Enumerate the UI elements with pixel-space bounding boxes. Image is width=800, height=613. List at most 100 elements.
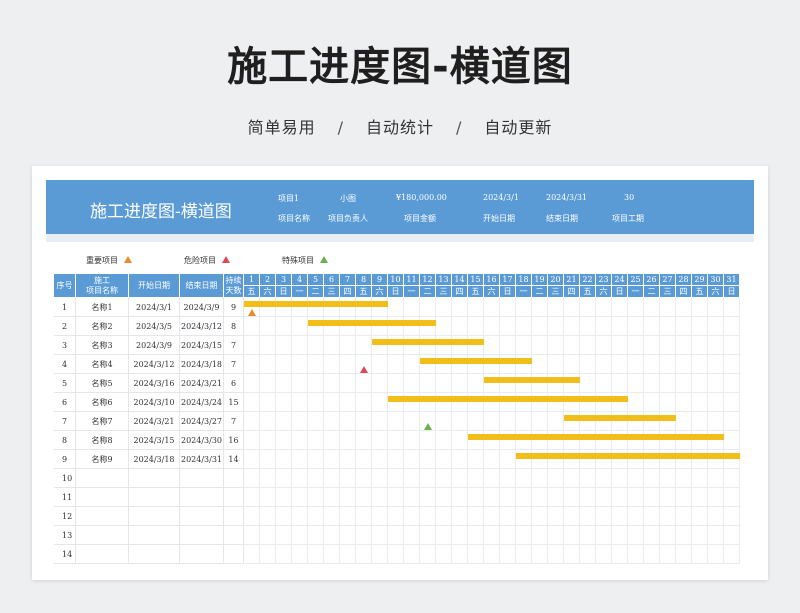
end-date-cell[interactable] — [180, 545, 224, 564]
weekday-header: 日 — [388, 286, 404, 298]
row-index: 10 — [54, 469, 76, 488]
project-amount-value[interactable]: ¥180,000.00 — [396, 193, 447, 202]
task-name-cell[interactable]: 名称4 — [76, 355, 129, 374]
day-number-header: 14 — [452, 274, 468, 286]
weekday-header: 五 — [692, 286, 708, 298]
duration-value[interactable]: 30 — [624, 193, 634, 202]
end-date-cell[interactable] — [180, 507, 224, 526]
duration-cell[interactable]: 7 — [224, 412, 244, 431]
legend-important: 重要项目 — [86, 255, 132, 266]
duration-cell[interactable] — [224, 488, 244, 507]
task-name-cell[interactable]: 名称6 — [76, 393, 129, 412]
start-date-cell[interactable]: 2024/3/10 — [129, 393, 180, 412]
end-date-cell[interactable]: 2024/3/15 — [180, 336, 224, 355]
triangle-orange-icon — [124, 256, 132, 263]
task-name-cell[interactable]: 名称1 — [76, 298, 129, 317]
task-name-cell[interactable] — [76, 488, 129, 507]
start-date-cell[interactable] — [129, 526, 180, 545]
start-date-cell[interactable]: 2024/3/16 — [129, 374, 180, 393]
duration-cell[interactable]: 14 — [224, 450, 244, 469]
start-date-cell[interactable]: 2024/3/15 — [129, 431, 180, 450]
project-manager-value[interactable]: 小图 — [340, 193, 356, 204]
row-gridline — [244, 354, 740, 355]
task-name-cell[interactable] — [76, 526, 129, 545]
task-name-cell[interactable] — [76, 545, 129, 564]
duration-cell[interactable]: 7 — [224, 355, 244, 374]
duration-cell[interactable] — [224, 507, 244, 526]
project-banner: 施工进度图-横道图 项目1 小图 ¥180,000.00 2024/3/1 20… — [46, 180, 754, 234]
end-date-cell[interactable]: 2024/3/30 — [180, 431, 224, 450]
row-index: 2 — [54, 317, 76, 336]
start-date-cell[interactable] — [129, 488, 180, 507]
weekday-header: 三 — [548, 286, 564, 298]
task-name-cell[interactable]: 名称5 — [76, 374, 129, 393]
end-date-cell[interactable] — [180, 526, 224, 545]
legend-danger: 危险项目 — [184, 255, 230, 266]
triangle-green-icon — [320, 256, 328, 263]
row-index: 3 — [54, 336, 76, 355]
end-date-cell[interactable] — [180, 488, 224, 507]
gantt-bar — [468, 434, 724, 440]
day-number-header: 7 — [340, 274, 356, 286]
start-date-value[interactable]: 2024/3/1 — [483, 193, 519, 202]
start-date-cell[interactable] — [129, 507, 180, 526]
day-number-header: 11 — [404, 274, 420, 286]
start-date-cell[interactable]: 2024/3/9 — [129, 336, 180, 355]
project-name-value[interactable]: 项目1 — [278, 193, 299, 204]
marker-triangle-icon — [424, 423, 432, 430]
header-name-line1: 施工 — [94, 275, 110, 285]
row-gridline — [244, 392, 740, 393]
task-name-cell[interactable] — [76, 469, 129, 488]
task-name-cell[interactable]: 名称7 — [76, 412, 129, 431]
start-date-cell[interactable]: 2024/3/5 — [129, 317, 180, 336]
day-number-header: 15 — [468, 274, 484, 286]
day-number-header: 2 — [260, 274, 276, 286]
end-date-cell[interactable]: 2024/3/24 — [180, 393, 224, 412]
row-gridline — [244, 468, 740, 469]
separator-1: / — [337, 118, 344, 137]
day-number-header: 17 — [500, 274, 516, 286]
weekday-header: 二 — [308, 286, 324, 298]
start-date-cell[interactable] — [129, 545, 180, 564]
end-date-cell[interactable]: 2024/3/27 — [180, 412, 224, 431]
duration-cell[interactable] — [224, 526, 244, 545]
duration-cell[interactable]: 6 — [224, 374, 244, 393]
end-date-value[interactable]: 2024/3/31 — [546, 193, 587, 202]
start-date-cell[interactable]: 2024/3/1 — [129, 298, 180, 317]
duration-cell[interactable]: 15 — [224, 393, 244, 412]
duration-cell[interactable]: 8 — [224, 317, 244, 336]
task-name-cell[interactable]: 名称2 — [76, 317, 129, 336]
feature-1: 简单易用 — [247, 118, 316, 137]
row-gridline — [244, 335, 740, 336]
start-date-cell[interactable]: 2024/3/12 — [129, 355, 180, 374]
task-name-cell[interactable] — [76, 507, 129, 526]
start-date-cell[interactable] — [129, 469, 180, 488]
task-name-cell[interactable]: 名称9 — [76, 450, 129, 469]
row-index: 5 — [54, 374, 76, 393]
feature-subtitle: 简单易用 / 自动统计 / 自动更新 — [0, 114, 800, 138]
weekday-header: 一 — [292, 286, 308, 298]
duration-cell[interactable]: 7 — [224, 336, 244, 355]
duration-cell[interactable] — [224, 469, 244, 488]
start-date-cell[interactable]: 2024/3/21 — [129, 412, 180, 431]
duration-cell[interactable] — [224, 545, 244, 564]
end-date-cell[interactable] — [180, 469, 224, 488]
end-date-cell[interactable]: 2024/3/12 — [180, 317, 224, 336]
duration-cell[interactable]: 9 — [224, 298, 244, 317]
task-name-cell[interactable]: 名称3 — [76, 336, 129, 355]
day-number-header: 25 — [628, 274, 644, 286]
project-manager-label: 项目负责人 — [328, 214, 368, 223]
day-number-header: 5 — [308, 274, 324, 286]
end-date-cell[interactable]: 2024/3/18 — [180, 355, 224, 374]
header-duration-line2: 天数 — [225, 285, 242, 295]
weekday-header: 六 — [708, 286, 724, 298]
weekday-header: 日 — [500, 286, 516, 298]
row-index: 7 — [54, 412, 76, 431]
end-date-cell[interactable]: 2024/3/9 — [180, 298, 224, 317]
end-date-cell[interactable]: 2024/3/21 — [180, 374, 224, 393]
duration-cell[interactable]: 16 — [224, 431, 244, 450]
end-date-cell[interactable]: 2024/3/31 — [180, 450, 224, 469]
start-date-cell[interactable]: 2024/3/18 — [129, 450, 180, 469]
task-name-cell[interactable]: 名称8 — [76, 431, 129, 450]
header-end-date: 结束日期 — [180, 274, 224, 298]
